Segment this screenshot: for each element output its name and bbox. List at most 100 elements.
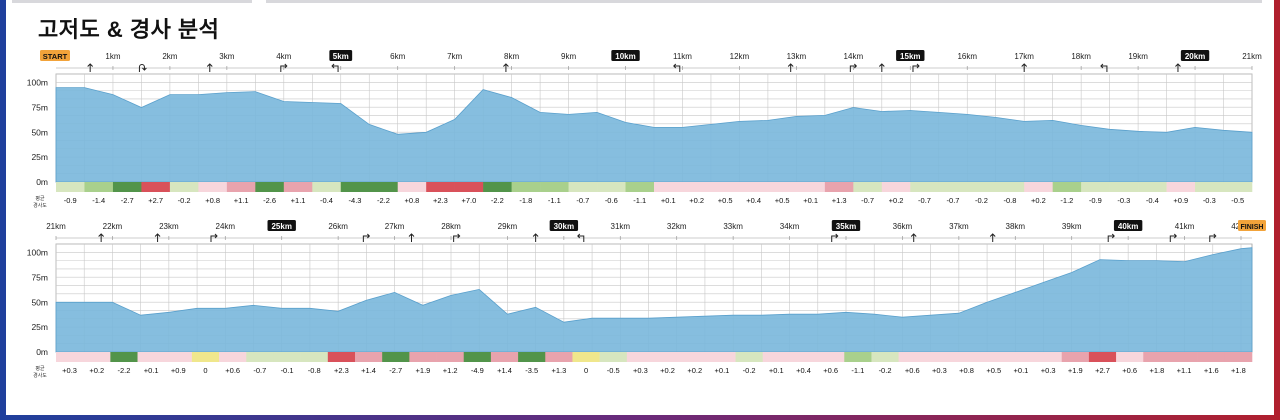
grade-cell	[925, 352, 954, 362]
grade-value: +1.1	[234, 196, 249, 205]
grade-value: +0.2	[889, 196, 904, 205]
km-label: 29km	[498, 222, 518, 231]
grade-value: -0.3	[1203, 196, 1216, 205]
grade-value: -0.4	[1146, 196, 1159, 205]
grade-cell	[1024, 182, 1053, 192]
grade-cell	[881, 182, 911, 192]
grade-cell	[141, 182, 171, 192]
grade-value: +0.1	[1014, 366, 1029, 375]
grade-cell	[1143, 352, 1171, 362]
grade-cell	[796, 182, 826, 192]
grade-cell	[568, 182, 598, 192]
grade-value: -0.2	[743, 366, 756, 375]
grade-value: +1.2	[443, 366, 458, 375]
grade-value: -1.8	[519, 196, 532, 205]
grade-value: -0.7	[253, 366, 266, 375]
y-tick-label: 0m	[36, 347, 48, 357]
grade-value: -0.8	[308, 366, 321, 375]
grade-value: +0.1	[803, 196, 818, 205]
grade-cell	[490, 352, 519, 362]
grade-value: +0.2	[687, 366, 702, 375]
grade-value: +0.8	[205, 196, 220, 205]
grade-cell	[454, 182, 484, 192]
y-tick-label: 25m	[31, 152, 48, 162]
grade-value: +1.6	[1204, 366, 1219, 375]
grade-cell	[1081, 182, 1110, 192]
km-label: 6km	[390, 52, 405, 61]
grade-cell	[397, 182, 427, 192]
grade-cell	[312, 182, 342, 192]
y-tick-label: 100m	[27, 78, 48, 88]
elevation-panel-1: 100m 75m 50m 25m 0m 1km 2km 3km 4km 5km 6km 7km 8km 9…	[27, 50, 1262, 209]
grade-cell	[938, 182, 968, 192]
grade-value: +0.2	[660, 366, 675, 375]
grade-cell	[995, 182, 1025, 192]
grade-cell	[219, 352, 247, 362]
grade-cell	[654, 182, 683, 192]
grade-value: +0.6	[1122, 366, 1137, 375]
grade-value: +7.0	[461, 196, 476, 205]
grade-cell	[283, 182, 313, 192]
grade-value: -1.1	[851, 366, 864, 375]
grade-value: -2.7	[121, 196, 134, 205]
km-label: 33km	[723, 222, 743, 231]
grade-value: -2.2	[117, 366, 130, 375]
grade-cell	[953, 352, 981, 362]
grade-cell	[1088, 352, 1117, 362]
grade-value: +0.3	[633, 366, 648, 375]
grade-value: +2.7	[148, 196, 163, 205]
grade-value: -0.9	[1089, 196, 1102, 205]
y-tick-label: 0m	[36, 177, 48, 187]
grade-cell	[1223, 182, 1253, 192]
grade-value: -4.9	[471, 366, 484, 375]
grade-value: +1.3	[832, 196, 847, 205]
grade-cell	[246, 352, 274, 362]
grade-value: -2.7	[389, 366, 402, 375]
km-label: 19km	[1128, 52, 1148, 61]
start-label: START	[43, 52, 68, 61]
grade-value: +1.3	[551, 366, 566, 375]
grade-cell	[682, 182, 712, 192]
grade-cell	[112, 182, 142, 192]
grade-cell	[980, 352, 1008, 362]
grade-value: +2.7	[1095, 366, 1110, 375]
km-label: 34km	[780, 222, 800, 231]
km-label: 3km	[219, 52, 234, 61]
grade-value: -1.1	[548, 196, 561, 205]
grade-value: 0	[203, 366, 207, 375]
finish-label: FINISH	[1241, 224, 1264, 231]
grade-value: +0.5	[718, 196, 733, 205]
km-label: 15km	[900, 52, 920, 61]
grade-cell	[1138, 182, 1167, 192]
km-label: 1km	[105, 52, 120, 61]
grade-cell	[681, 352, 709, 362]
grade-value: +0.6	[905, 366, 920, 375]
km-label: 36km	[893, 222, 913, 231]
km-label: 23km	[159, 222, 179, 231]
grade-value: +2.3	[433, 196, 448, 205]
grade-cell	[1034, 352, 1063, 362]
km-label: 7km	[447, 52, 462, 61]
grade-cell	[355, 352, 383, 362]
grade-value: -0.2	[178, 196, 191, 205]
grade-cell	[597, 182, 626, 192]
km-label: 32km	[667, 222, 687, 231]
grade-value: +0.3	[1041, 366, 1056, 375]
grade-value: -0.7	[918, 196, 931, 205]
grade-value: +0.5	[986, 366, 1001, 375]
km-label: 38km	[1006, 222, 1026, 231]
km-label: 40km	[1118, 222, 1138, 231]
km-label: 4km	[276, 52, 291, 61]
grade-cell	[844, 352, 872, 362]
grade-cell	[1166, 182, 1196, 192]
km-label: 21km	[46, 222, 66, 231]
km-label: 17km	[1014, 52, 1034, 61]
grade-value: +0.2	[689, 196, 704, 205]
grade-cell	[110, 352, 138, 362]
grade-label-line1: 평균	[35, 195, 45, 202]
grade-cell	[739, 182, 769, 192]
grade-value: -2.2	[491, 196, 504, 205]
grade-value: +0.6	[823, 366, 838, 375]
grade-value: -0.2	[879, 366, 892, 375]
grade-value: +0.4	[796, 366, 811, 375]
